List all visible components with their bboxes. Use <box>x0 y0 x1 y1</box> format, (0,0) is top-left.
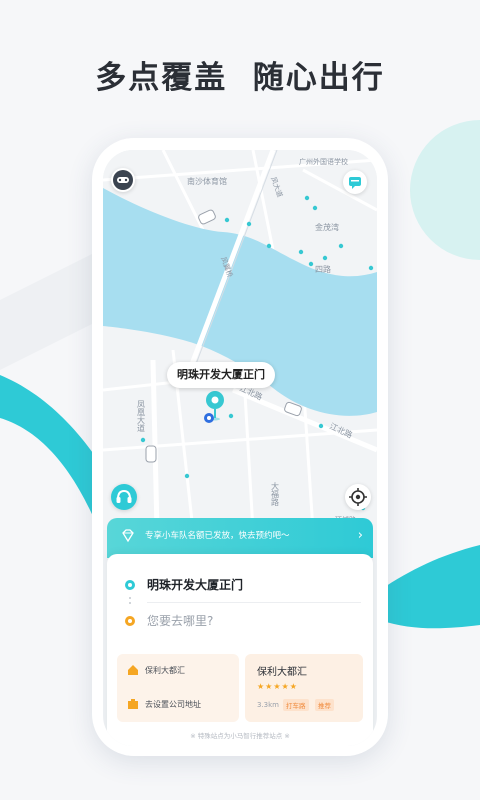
map-canvas: 南沙体育馆 广州外国语学校 凤大道 凤翼桥 金茂湾 四路 江北路 江北路 凤凰大… <box>103 150 377 530</box>
recommended-title: 保利大都汇 <box>257 667 307 678</box>
route-dots-icon <box>129 597 131 604</box>
map-label-road-east: 四路 <box>315 264 331 274</box>
rating-stars: ★★★★★ <box>257 682 298 691</box>
divider <box>147 602 361 603</box>
chat-icon <box>349 177 361 189</box>
car-icon <box>145 445 157 463</box>
avatar-button[interactable] <box>111 168 135 192</box>
crosshair-icon <box>349 488 367 506</box>
shortcut-home[interactable]: 保利大都汇 <box>145 665 185 676</box>
company-icon <box>128 699 138 709</box>
map-view[interactable]: 南沙体育馆 广州外国语学校 凤大道 凤翼桥 金茂湾 四路 江北路 江北路 凤凰大… <box>103 150 377 530</box>
origin-dot-icon <box>125 580 135 590</box>
locate-me-button[interactable] <box>345 484 371 510</box>
destination-dot-icon <box>125 616 135 626</box>
home-icon <box>128 665 138 675</box>
map-label-dafu: 大福路 <box>271 481 280 506</box>
map-label-stadium: 南沙体育馆 <box>187 176 227 186</box>
shortcut-company[interactable]: 去设置公司地址 <box>145 699 201 710</box>
promo-banner[interactable]: 专享小车队名额已发放，快去预约吧～ › <box>107 518 373 558</box>
pickup-location[interactable]: 明珠开发大厦正门 <box>147 576 243 593</box>
footer-note: ※ 特殊站点为小马智行推荐站点 ※ <box>190 732 290 740</box>
tag-special-road: 打车路 <box>283 699 309 711</box>
map-label-jinmaowan: 金茂湾 <box>315 222 339 232</box>
headset-icon <box>116 489 132 503</box>
map-label-school: 广州外国语学校 <box>299 157 348 166</box>
map-label-fenghuang: 凤凰大道 <box>137 400 146 433</box>
promo-text: 专享小车队名额已发放，快去预约吧～ <box>145 531 290 541</box>
destination-input[interactable]: 您要去哪里? <box>147 612 213 629</box>
current-location-icon <box>204 413 214 423</box>
chevron-right-icon: › <box>357 528 363 543</box>
diamond-icon <box>122 529 134 543</box>
shortcut-panel: 保利大都汇 去设置公司地址 <box>117 654 239 722</box>
app-screen: 南沙体育馆 广州外国语学校 凤大道 凤翼桥 金茂湾 四路 江北路 江北路 凤凰大… <box>103 150 377 746</box>
message-button[interactable] <box>343 170 367 194</box>
recommended-station-card[interactable]: 保利大都汇 ★★★★★ 3.3km 打车路 推荐 <box>245 654 363 722</box>
pickup-pin-label: 明珠开发大厦正门 <box>167 362 275 388</box>
booking-card: 明珠开发大厦正门 您要去哪里? 保利大都汇 去设置公司地址 保利大都汇 ★★★★… <box>107 554 373 746</box>
headline: 多点覆盖 随心出行 <box>95 60 385 96</box>
customer-service-button[interactable] <box>111 484 137 510</box>
robot-avatar-icon <box>113 170 133 190</box>
recommended-distance: 3.3km <box>257 701 280 709</box>
tag-recommend: 推荐 <box>315 699 334 711</box>
